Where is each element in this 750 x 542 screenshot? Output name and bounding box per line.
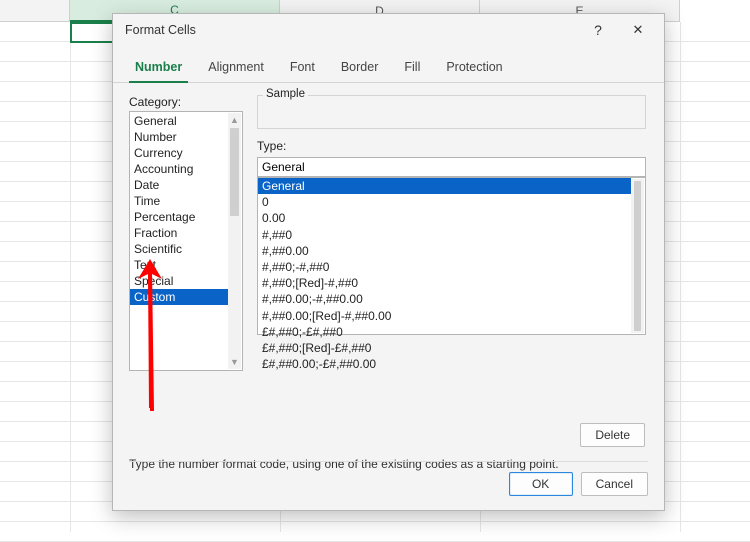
scroll-thumb[interactable]	[230, 128, 239, 216]
number-panel: Category: GeneralNumberCurrencyAccountin…	[113, 83, 664, 463]
category-scrollbar[interactable]: ▲ ▼	[228, 113, 241, 369]
category-listbox[interactable]: GeneralNumberCurrencyAccountingDateTimeP…	[129, 111, 243, 371]
type-option[interactable]: 0.00	[258, 210, 631, 226]
category-item-custom[interactable]: Custom	[130, 289, 228, 305]
sample-label: Sample	[263, 88, 308, 100]
scroll-thumb[interactable]	[634, 181, 641, 331]
category-item-time[interactable]: Time	[130, 193, 228, 209]
category-item-currency[interactable]: Currency	[130, 145, 228, 161]
category-column: Category: GeneralNumberCurrencyAccountin…	[129, 95, 243, 371]
scroll-up-arrow-icon[interactable]: ▲	[228, 113, 241, 127]
type-input[interactable]	[257, 157, 646, 177]
help-button[interactable]: ?	[578, 16, 618, 44]
category-item-scientific[interactable]: Scientific	[130, 241, 228, 257]
category-item-general[interactable]: General	[130, 113, 228, 129]
type-option[interactable]: #,##0	[258, 227, 631, 243]
category-item-number[interactable]: Number	[130, 129, 228, 145]
category-item-fraction[interactable]: Fraction	[130, 225, 228, 241]
dialog-buttons: OK Cancel	[129, 461, 648, 496]
type-option[interactable]: #,##0.00;[Red]-#,##0.00	[258, 308, 631, 324]
tab-protection[interactable]: Protection	[438, 54, 510, 82]
category-item-percentage[interactable]: Percentage	[130, 209, 228, 225]
dialog-title: Format Cells	[125, 23, 578, 37]
type-scrollbar[interactable]	[631, 179, 644, 333]
type-option[interactable]: £#,##0.00;-£#,##0.00	[258, 356, 631, 372]
category-item-date[interactable]: Date	[130, 177, 228, 193]
type-option[interactable]: #,##0;-#,##0	[258, 259, 631, 275]
sample-group: Sample	[257, 95, 646, 129]
format-details: Sample Type: General00.00#,##0#,##0.00#,…	[257, 95, 646, 335]
cancel-button[interactable]: Cancel	[581, 472, 648, 496]
category-item-special[interactable]: Special	[130, 273, 228, 289]
scroll-down-arrow-icon[interactable]: ▼	[228, 355, 241, 369]
tab-number[interactable]: Number	[127, 54, 190, 82]
type-option[interactable]: General	[258, 178, 631, 194]
tab-border[interactable]: Border	[333, 54, 387, 82]
dialog-tabs: Number Alignment Font Border Fill Protection	[113, 46, 664, 83]
type-label: Type:	[257, 139, 646, 153]
ok-button[interactable]: OK	[509, 472, 573, 496]
type-option[interactable]: #,##0;[Red]-#,##0	[258, 275, 631, 291]
type-listbox[interactable]: General00.00#,##0#,##0.00#,##0;-#,##0#,#…	[257, 177, 646, 335]
sample-output	[257, 95, 646, 129]
delete-button[interactable]: Delete	[580, 423, 645, 447]
category-item-accounting[interactable]: Accounting	[130, 161, 228, 177]
type-option[interactable]: #,##0.00;-#,##0.00	[258, 291, 631, 307]
format-cells-dialog: Format Cells ? ✕ Number Alignment Font Bord…	[112, 13, 665, 511]
type-option[interactable]: £#,##0;[Red]-£#,##0	[258, 340, 631, 356]
column-header-edge[interactable]	[0, 0, 70, 22]
type-option[interactable]: 0	[258, 194, 631, 210]
tab-font[interactable]: Font	[282, 54, 323, 82]
delete-row: Delete	[580, 423, 645, 447]
category-label: Category:	[129, 95, 243, 109]
type-option[interactable]: £#,##0;-£#,##0	[258, 324, 631, 340]
dialog-titlebar: Format Cells ? ✕	[113, 14, 664, 46]
type-option[interactable]: #,##0.00	[258, 243, 631, 259]
category-item-text[interactable]: Text	[130, 257, 228, 273]
tab-alignment[interactable]: Alignment	[200, 54, 272, 82]
tab-fill[interactable]: Fill	[396, 54, 428, 82]
close-button[interactable]: ✕	[618, 16, 658, 44]
